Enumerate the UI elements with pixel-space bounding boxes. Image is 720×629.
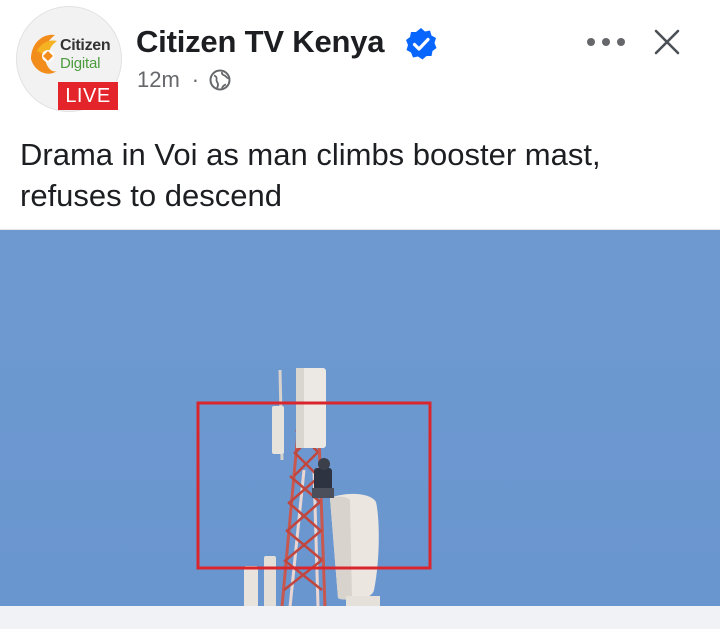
page-avatar[interactable]: Citizen Digital LIVE [16,6,122,112]
page-name-link[interactable]: Citizen TV Kenya [136,24,384,60]
close-post-button[interactable] [645,20,689,64]
logo-text-line2: Digital [60,55,101,72]
more-horizontal-icon [587,38,625,46]
post-header: Citizen Digital LIVE Citizen TV Kenya 12… [0,0,720,118]
facebook-post-card: Citizen Digital LIVE Citizen TV Kenya 12… [0,0,720,629]
post-photo[interactable] [0,229,720,607]
mast-dish [330,493,380,607]
close-icon [654,29,680,55]
post-timestamp[interactable]: 12m [137,67,180,93]
meta-separator: · [191,67,200,92]
link-preview-strip[interactable] [0,606,720,629]
booster-mast-photo [0,230,720,607]
more-options-button[interactable] [580,22,632,62]
post-headline[interactable]: Drama in Voi as man climbs booster mast,… [20,134,700,216]
logo-text-line1: Citizen [60,37,111,54]
live-badge: LIVE [58,82,118,110]
verified-badge-icon [406,28,437,60]
globe-icon[interactable] [209,69,231,91]
post-meta: 12m · [137,66,231,94]
